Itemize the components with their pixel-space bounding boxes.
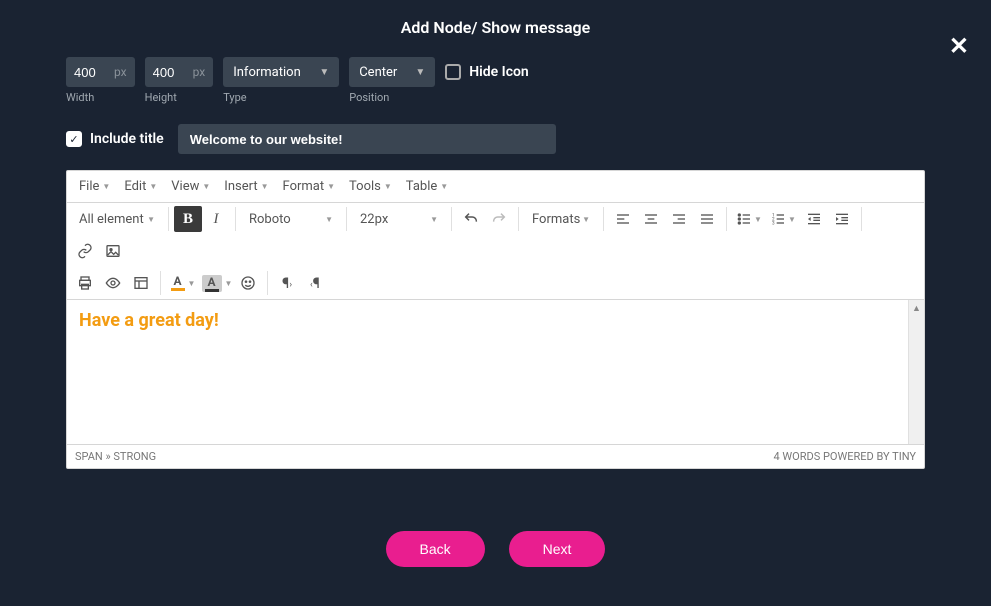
text-color-button[interactable]: A▼ xyxy=(166,270,200,296)
width-control: px Width xyxy=(66,57,135,104)
title-input-wrap[interactable] xyxy=(178,124,556,154)
modal-footer: Back Next xyxy=(0,469,991,567)
editor-toolbar: All element▼ B I Roboto▼ 22px▼ Format xyxy=(67,203,924,300)
bold-button[interactable]: B xyxy=(174,206,202,232)
type-control: Information ▼ Type xyxy=(223,57,339,104)
emoji-button[interactable] xyxy=(234,270,262,296)
background-color-button[interactable]: A▼ xyxy=(200,270,234,296)
type-value: Information xyxy=(233,65,301,80)
link-button[interactable] xyxy=(71,238,99,264)
height-label: Height xyxy=(145,91,214,104)
editor-statusbar: SPAN » STRONG 4 WORDS POWERED BY TINY xyxy=(67,444,924,468)
template-button[interactable] xyxy=(127,270,155,296)
menu-edit[interactable]: Edit▼ xyxy=(118,175,163,198)
close-icon[interactable]: ✕ xyxy=(949,32,969,60)
formats-select[interactable]: Formats▼ xyxy=(524,206,598,232)
image-button[interactable] xyxy=(99,238,127,264)
menu-insert[interactable]: Insert▼ xyxy=(218,175,274,198)
include-title-row: ✓ Include title xyxy=(0,110,991,170)
width-unit: px xyxy=(114,65,127,79)
status-words: 4 WORDS POWERED BY TINY xyxy=(773,450,916,463)
editor-content[interactable]: Have a great day! xyxy=(67,300,908,444)
outdent-button[interactable] xyxy=(800,206,828,232)
include-title-checkbox[interactable]: ✓ xyxy=(66,131,82,147)
bullet-list-button[interactable]: ▼ xyxy=(732,206,766,232)
scroll-up-icon[interactable]: ▲ xyxy=(909,300,924,316)
ltr-button[interactable]: ¶› xyxy=(273,270,301,296)
height-unit: px xyxy=(193,65,206,79)
title-input[interactable] xyxy=(190,132,544,147)
toolbar-allelement-select[interactable]: All element▼ xyxy=(71,206,163,232)
height-input-wrap[interactable]: px xyxy=(145,57,214,87)
position-control: Center ▼ Position xyxy=(349,57,435,104)
indent-button[interactable] xyxy=(828,206,856,232)
menu-tools[interactable]: Tools▼ xyxy=(343,175,398,198)
svg-text:3: 3 xyxy=(772,220,775,226)
position-label: Position xyxy=(349,91,435,104)
back-button[interactable]: Back xyxy=(386,531,485,567)
modal-add-node: ✕ Add Node/ Show message px Width px Hei… xyxy=(0,0,991,606)
hide-icon-checkbox[interactable] xyxy=(445,64,461,80)
align-center-button[interactable] xyxy=(637,206,665,232)
modal-title: Add Node/ Show message xyxy=(0,12,991,57)
height-control: px Height xyxy=(145,57,214,104)
type-select[interactable]: Information ▼ xyxy=(223,57,339,87)
numbered-list-button[interactable]: 123▼ xyxy=(766,206,800,232)
italic-button[interactable]: I xyxy=(202,206,230,232)
position-select[interactable]: Center ▼ xyxy=(349,57,435,87)
menu-format[interactable]: Format▼ xyxy=(277,175,342,198)
chevron-down-icon: ▼ xyxy=(319,67,329,78)
hide-icon-label: Hide Icon xyxy=(469,64,529,80)
redo-button[interactable] xyxy=(485,206,513,232)
menu-table[interactable]: Table▼ xyxy=(400,175,454,198)
editor-content-wrap: Have a great day! ▲ xyxy=(67,300,924,444)
align-left-button[interactable] xyxy=(609,206,637,232)
width-input-wrap[interactable]: px xyxy=(66,57,135,87)
align-justify-button[interactable] xyxy=(693,206,721,232)
next-button[interactable]: Next xyxy=(509,531,606,567)
include-title-check-row: ✓ Include title xyxy=(66,124,164,154)
position-value: Center xyxy=(359,65,397,80)
undo-button[interactable] xyxy=(457,206,485,232)
type-label: Type xyxy=(223,91,339,104)
align-right-button[interactable] xyxy=(665,206,693,232)
font-select[interactable]: Roboto▼ xyxy=(241,206,341,232)
status-path: SPAN » STRONG xyxy=(75,450,156,463)
rtl-button[interactable]: ‹¶ xyxy=(301,270,329,296)
width-input[interactable] xyxy=(74,65,112,80)
print-button[interactable] xyxy=(71,270,99,296)
chevron-down-icon: ▼ xyxy=(415,67,425,78)
preview-button[interactable] xyxy=(99,270,127,296)
control-row: px Width px Height Information ▼ Type Ce… xyxy=(0,57,991,110)
menu-file[interactable]: File▼ xyxy=(73,175,116,198)
hide-icon-row: Hide Icon xyxy=(445,57,529,87)
menu-view[interactable]: View▼ xyxy=(165,175,216,198)
scrollbar[interactable]: ▲ xyxy=(908,300,924,444)
rich-text-editor: File▼ Edit▼ View▼ Insert▼ Format▼ Tools▼… xyxy=(66,170,925,469)
include-title-label: Include title xyxy=(90,131,164,147)
height-input[interactable] xyxy=(153,65,191,80)
editor-menubar: File▼ Edit▼ View▼ Insert▼ Format▼ Tools▼… xyxy=(67,171,924,203)
width-label: Width xyxy=(66,91,135,104)
fontsize-select[interactable]: 22px▼ xyxy=(352,206,446,232)
